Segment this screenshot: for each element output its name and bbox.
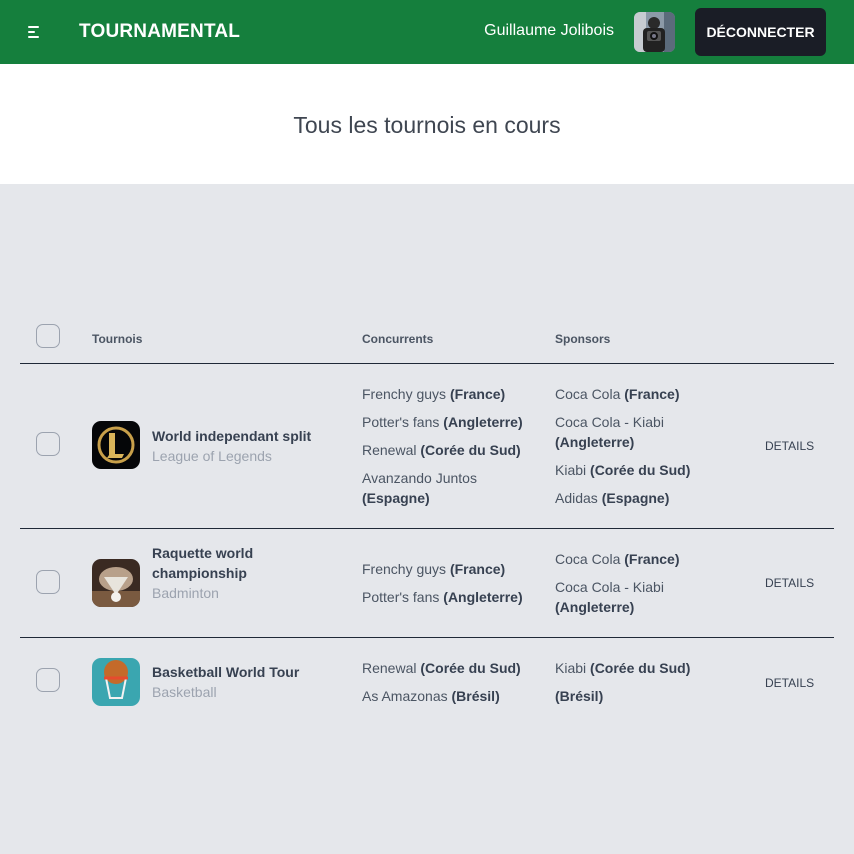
row-checkbox[interactable]: [36, 432, 60, 456]
row-checkbox[interactable]: [36, 668, 60, 692]
top-navbar: TOURNAMENTAL Guillaume Jolibois DÉCONNEC…: [0, 0, 854, 64]
competitor-item: Renewal (Corée du Sud): [362, 442, 521, 458]
competitor-item: Renewal (Corée du Sud): [362, 660, 521, 676]
competitors-list: Renewal (Corée du Sud) As Amazonas (Brés…: [362, 658, 542, 706]
user-avatar[interactable]: [634, 12, 675, 52]
tournament-name[interactable]: Basketball World Tour Basketball: [152, 662, 337, 702]
table-row: Raquette world championship Badminton Fr…: [20, 529, 834, 638]
sponsors-list: Coca Cola (France) Coca Cola - Kiabi (Ang…: [555, 549, 705, 617]
column-header-sponsors: Sponsors: [555, 332, 611, 346]
sponsors-list: Coca Cola (France) Coca Cola - Kiabi (Ang…: [555, 384, 705, 508]
sponsor-item: Kiabi (Corée du Sud): [555, 660, 691, 676]
sponsor-item: Coca Cola - Kiabi (Angleterre): [555, 414, 664, 450]
competitor-item: As Amazonas (Brésil): [362, 688, 500, 704]
menu-icon[interactable]: [22, 20, 48, 44]
sponsor-item: Adidas (Espagne): [555, 490, 670, 506]
tournaments-table: Tournois Concurrents Sponsors World inde…: [20, 312, 834, 728]
details-link[interactable]: DETAILS: [765, 676, 814, 690]
competitors-list: Frenchy guys (France) Potter's fans (Ang…: [362, 384, 542, 508]
tournament-game: Basketball: [152, 684, 217, 700]
table-row: Basketball World Tour Basketball Renewal…: [20, 638, 834, 728]
details-link[interactable]: DETAILS: [765, 576, 814, 590]
app-brand[interactable]: TOURNAMENTAL: [79, 21, 240, 43]
sponsor-item: Coca Cola (France): [555, 551, 680, 567]
logout-button[interactable]: DÉCONNECTER: [695, 8, 826, 56]
competitor-item: Frenchy guys (France): [362, 386, 506, 402]
sponsor-item: Kiabi (Corée du Sud): [555, 462, 691, 478]
competitor-item: Frenchy guys (France): [362, 561, 506, 577]
details-link[interactable]: DETAILS: [765, 439, 814, 453]
select-all-checkbox[interactable]: [36, 324, 60, 348]
sponsor-item: (Brésil): [555, 688, 604, 704]
table-header: Tournois Concurrents Sponsors: [20, 312, 834, 364]
badminton-shuttlecock-image-icon: [92, 559, 140, 607]
tournament-game: League of Legends: [152, 448, 272, 464]
competitor-item: Avanzando Juntos (Espagne): [362, 470, 477, 506]
sponsor-item: Coca Cola - Kiabi (Angleterre): [555, 579, 664, 615]
tournament-title: Raquette world championship: [152, 545, 254, 581]
basketball-hoop-image-icon: [92, 658, 140, 706]
row-checkbox[interactable]: [36, 570, 60, 594]
column-header-concurrents: Concurrents: [362, 332, 434, 346]
column-header-tournois: Tournois: [92, 332, 143, 346]
sponsors-list: Kiabi (Corée du Sud) (Brésil): [555, 658, 705, 706]
competitor-item: Potter's fans (Angleterre): [362, 589, 523, 605]
page-title: Tous les tournois en cours: [293, 112, 561, 138]
user-name: Guillaume Jolibois: [484, 22, 614, 39]
tournament-game: Badminton: [152, 585, 219, 601]
page-header: Tous les tournois en cours: [0, 64, 854, 184]
tournament-name[interactable]: World independant split League of Legend…: [152, 426, 337, 466]
tournament-title: Basketball World Tour: [152, 664, 300, 680]
tournament-name[interactable]: Raquette world championship Badminton: [152, 543, 337, 603]
table-row: World independant split League of Legend…: [20, 364, 834, 529]
sponsor-item: Coca Cola (France): [555, 386, 680, 402]
league-of-legends-logo-icon: [92, 421, 140, 469]
competitor-item: Potter's fans (Angleterre): [362, 414, 523, 430]
competitors-list: Frenchy guys (France) Potter's fans (Ang…: [362, 559, 542, 607]
tournament-title: World independant split: [152, 428, 312, 444]
